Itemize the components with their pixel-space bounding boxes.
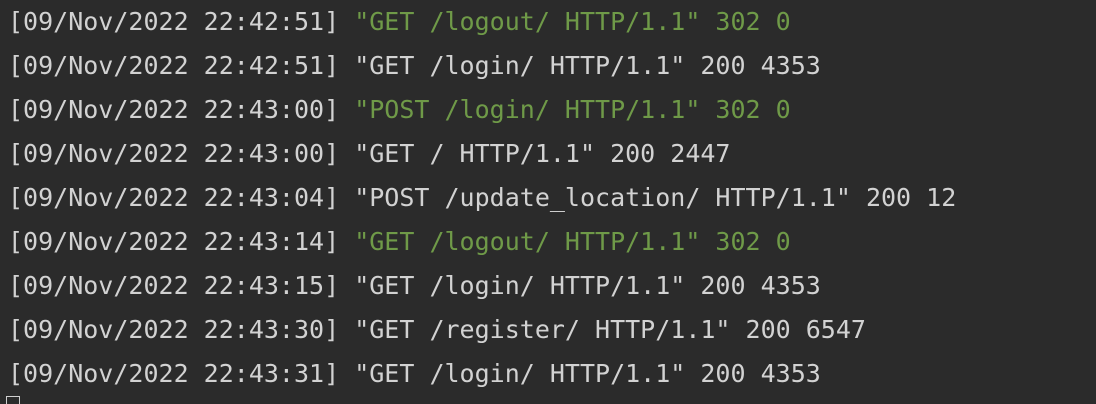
log-request: "GET /login/ HTTP/1.1" 200 4353	[354, 51, 821, 80]
log-request: "POST /login/ HTTP/1.1" 302 0	[354, 95, 791, 124]
log-request: "GET /logout/ HTTP/1.1" 302 0	[354, 227, 791, 256]
console-output[interactable]: [09/Nov/2022 22:42:51] "GET /logout/ HTT…	[0, 0, 1096, 404]
log-request: "GET / HTTP/1.1" 200 2447	[354, 139, 731, 168]
log-line: [09/Nov/2022 22:42:51] "GET /logout/ HTT…	[8, 7, 791, 37]
log-line: [09/Nov/2022 22:43:00] "GET / HTTP/1.1" …	[8, 139, 731, 169]
log-timestamp: [09/Nov/2022 22:43:04]	[8, 183, 340, 212]
log-request: "GET /login/ HTTP/1.1" 200 4353	[354, 271, 821, 300]
terminal-cursor	[6, 396, 20, 404]
log-line: [09/Nov/2022 22:42:51] "GET /login/ HTTP…	[8, 51, 821, 81]
log-line: [09/Nov/2022 22:43:30] "GET /register/ H…	[8, 315, 866, 345]
log-timestamp: [09/Nov/2022 22:43:14]	[8, 227, 340, 256]
log-line: [09/Nov/2022 22:43:04] "POST /update_loc…	[8, 183, 956, 213]
log-timestamp: [09/Nov/2022 22:43:15]	[8, 271, 340, 300]
log-line: [09/Nov/2022 22:43:00] "POST /login/ HTT…	[8, 95, 791, 125]
log-request: "POST /update_location/ HTTP/1.1" 200 12	[354, 183, 957, 212]
log-request: "GET /login/ HTTP/1.1" 200 4353	[354, 359, 821, 388]
log-line: [09/Nov/2022 22:43:14] "GET /logout/ HTT…	[8, 227, 791, 257]
log-timestamp: [09/Nov/2022 22:43:30]	[8, 315, 340, 344]
log-line: [09/Nov/2022 22:43:31] "GET /login/ HTTP…	[8, 359, 821, 389]
log-timestamp: [09/Nov/2022 22:42:51]	[8, 7, 340, 36]
log-request: "GET /logout/ HTTP/1.1" 302 0	[354, 7, 791, 36]
log-timestamp: [09/Nov/2022 22:43:00]	[8, 139, 340, 168]
log-timestamp: [09/Nov/2022 22:42:51]	[8, 51, 340, 80]
log-request: "GET /register/ HTTP/1.1" 200 6547	[354, 315, 866, 344]
log-timestamp: [09/Nov/2022 22:43:00]	[8, 95, 340, 124]
log-timestamp: [09/Nov/2022 22:43:31]	[8, 359, 340, 388]
log-line: [09/Nov/2022 22:43:15] "GET /login/ HTTP…	[8, 271, 821, 301]
